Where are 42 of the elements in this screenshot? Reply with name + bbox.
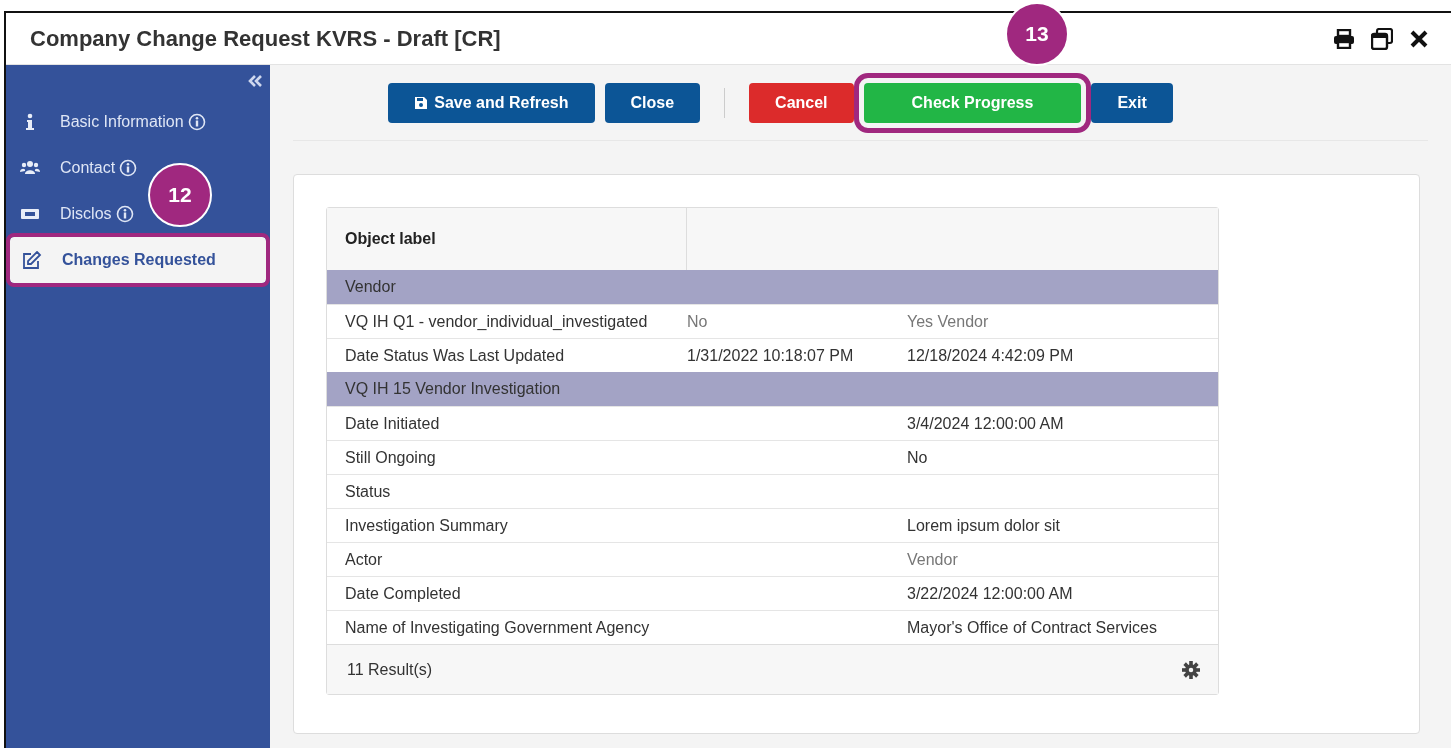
restore-icon[interactable]	[1371, 27, 1393, 50]
toolbar-button[interactable]: Cancel	[749, 82, 854, 123]
field-label: Date Initiated	[345, 414, 440, 432]
people-icon	[20, 159, 40, 177]
collapse-icon[interactable]	[248, 75, 262, 87]
field-label: Status	[345, 482, 391, 500]
field-label: Name of Investigating Government Agency	[345, 618, 650, 636]
new-value: Yes Vendor	[907, 312, 989, 330]
new-value: 3/4/2024 12:00:00 AM	[907, 414, 1064, 432]
new-value: 12/18/2024 4:42:09 PM	[907, 346, 1074, 364]
sidebar-item[interactable]: Basic Information	[6, 99, 206, 145]
sidebar-item[interactable]: Disclos	[6, 191, 134, 237]
field-label: Date Completed	[345, 584, 461, 602]
field-label: Actor	[345, 550, 383, 568]
group-row: VQ IH 15 Vendor Investigation	[327, 372, 1218, 406]
new-value: No	[907, 448, 928, 466]
old-value: 1/31/2022 10:18:07 PM	[687, 346, 854, 364]
field-label: Still Ongoing	[345, 448, 436, 466]
field-label: Date Status Was Last Updated	[345, 346, 565, 364]
new-value: Lorem ipsum dolor sit	[907, 516, 1060, 534]
close-icon[interactable]	[1409, 28, 1429, 49]
toolbar-button[interactable]: Save and Refresh	[388, 82, 595, 123]
new-value: Mayor's Office of Contract Services	[907, 618, 1157, 636]
group-row: Vendor	[327, 270, 1218, 304]
info-icon[interactable]	[187, 113, 206, 131]
toolbar-button[interactable]: Close	[604, 82, 701, 123]
print-icon[interactable]	[1333, 28, 1355, 49]
field-label: VQ IH Q1 - vendor_individual_investigated	[345, 312, 648, 330]
window-title: Company Change Request KVRS - Draft [CR]	[30, 25, 501, 53]
callout-badge: 13	[1005, 2, 1069, 66]
sidebar-item[interactable]: Contact	[6, 145, 138, 191]
save-icon	[414, 95, 429, 110]
toolbar-button[interactable]: Exit	[1091, 82, 1173, 123]
new-value: 3/22/2024 12:00:00 AM	[907, 584, 1073, 602]
result-count: 11 Result(s)	[347, 659, 433, 680]
new-value: Vendor	[907, 550, 958, 568]
edit-icon	[22, 251, 42, 269]
settings-icon[interactable]	[1182, 660, 1200, 679]
info-icon[interactable]	[119, 159, 138, 177]
info-icon[interactable]	[115, 205, 134, 223]
field-label: Investigation Summary	[345, 516, 508, 534]
old-value: No	[687, 312, 708, 330]
